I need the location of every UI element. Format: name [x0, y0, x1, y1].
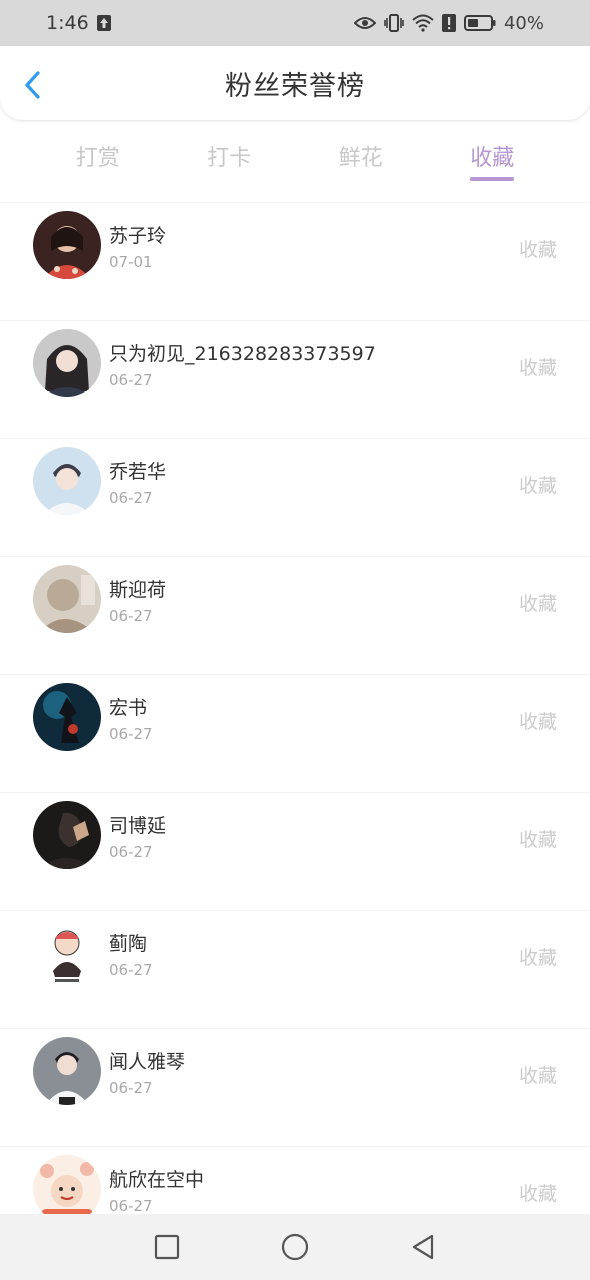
list-item[interactable]: 只为初见_216328283373597 06-27 收藏	[0, 320, 590, 438]
fan-name: 苏子玲	[109, 225, 167, 247]
tab-reward[interactable]: 打赏	[58, 128, 138, 188]
fan-list: 苏子玲 07-01 收藏 只为初见_216328283373597 06-27 …	[0, 202, 590, 1264]
app-screen: 1:46 40% 粉丝荣誉榜 打赏 打卡 鲜花 收藏 苏子玲 07-01 收藏 …	[0, 0, 590, 1280]
favorite-label: 收藏	[518, 593, 557, 615]
fan-name: 航欣在空中	[109, 1169, 205, 1191]
tab-label: 鲜花	[338, 146, 383, 171]
tab-label: 打卡	[207, 146, 252, 171]
avatar	[33, 1037, 101, 1105]
avatar	[33, 565, 101, 633]
fan-name: 蓟陶	[109, 933, 148, 955]
chevron-left-icon	[25, 71, 40, 99]
fan-date: 06-27	[109, 843, 153, 861]
fan-date: 06-27	[109, 1079, 153, 1097]
back-icon	[412, 1234, 434, 1260]
list-item[interactable]: 宏书 06-27 收藏	[0, 674, 590, 792]
fan-date: 06-27	[109, 489, 153, 507]
title-bar: 粉丝荣誉榜	[0, 46, 590, 120]
fan-name: 斯迎荷	[109, 579, 167, 601]
avatar	[33, 801, 101, 869]
list-item[interactable]: 苏子玲 07-01 收藏	[0, 202, 590, 320]
favorite-label: 收藏	[518, 239, 557, 261]
back-nav-button[interactable]	[408, 1232, 438, 1262]
fan-date: 06-27	[109, 961, 153, 979]
status-right: 40%	[353, 12, 544, 34]
tab-favorites[interactable]: 收藏	[452, 128, 532, 188]
favorite-label: 收藏	[518, 357, 557, 379]
fan-date: 06-27	[109, 607, 153, 625]
favorite-label: 收藏	[518, 1065, 557, 1087]
fan-name: 司博延	[109, 815, 167, 837]
fan-date: 06-27	[109, 371, 153, 389]
wifi-icon	[412, 14, 434, 32]
avatar	[33, 683, 101, 751]
eye-icon	[353, 16, 376, 30]
fan-name: 闻人雅琴	[109, 1051, 186, 1073]
battery-icon	[463, 15, 496, 31]
list-item[interactable]: 司博延 06-27 收藏	[0, 792, 590, 910]
fan-name: 乔若华	[109, 461, 167, 483]
avatar	[33, 919, 101, 987]
fan-date: 07-01	[109, 253, 153, 271]
list-item[interactable]: 蓟陶 06-27 收藏	[0, 910, 590, 1028]
tab-checkin[interactable]: 打卡	[189, 128, 269, 188]
back-button[interactable]	[18, 68, 46, 102]
recent-apps-button[interactable]	[152, 1232, 182, 1262]
favorite-label: 收藏	[518, 475, 557, 497]
list-item[interactable]: 闻人雅琴 06-27 收藏	[0, 1028, 590, 1146]
status-bar: 1:46 40%	[0, 0, 590, 46]
list-item[interactable]: 斯迎荷 06-27 收藏	[0, 556, 590, 674]
tab-bar: 打赏 打卡 鲜花 收藏	[0, 128, 590, 188]
favorite-label: 收藏	[518, 711, 557, 733]
fan-date: 06-27	[109, 725, 153, 743]
upload-icon	[96, 15, 111, 31]
avatar	[33, 1155, 101, 1223]
home-button[interactable]	[280, 1232, 310, 1262]
favorite-label: 收藏	[518, 829, 557, 851]
tab-label: 打赏	[75, 146, 120, 171]
home-icon	[281, 1233, 309, 1261]
fan-name: 只为初见_216328283373597	[109, 343, 376, 365]
list-item[interactable]: 乔若华 06-27 收藏	[0, 438, 590, 556]
alert-icon	[441, 14, 456, 32]
status-left: 1:46	[46, 12, 111, 34]
recent-apps-icon	[154, 1234, 180, 1260]
fan-date: 06-27	[109, 1197, 153, 1215]
status-time: 1:46	[46, 12, 89, 34]
avatar	[33, 447, 101, 515]
tab-flowers[interactable]: 鲜花	[321, 128, 401, 188]
vibrate-icon	[384, 14, 404, 32]
battery-level: 40%	[503, 12, 544, 34]
fan-name: 宏书	[109, 697, 148, 719]
avatar	[33, 329, 101, 397]
avatar	[33, 211, 101, 279]
favorite-label: 收藏	[518, 1183, 557, 1205]
favorite-label: 收藏	[518, 947, 557, 969]
tab-label: 收藏	[470, 146, 515, 171]
page-title: 粉丝荣誉榜	[225, 70, 365, 102]
tab-active-indicator	[470, 177, 515, 181]
system-nav-bar	[0, 1214, 590, 1280]
